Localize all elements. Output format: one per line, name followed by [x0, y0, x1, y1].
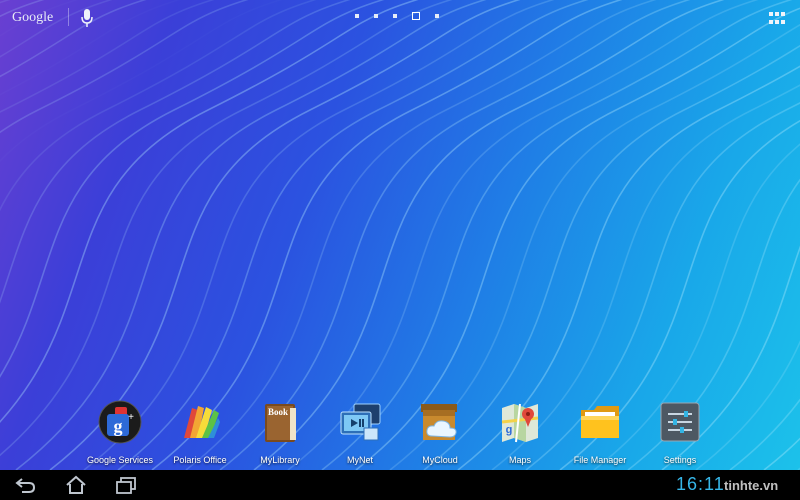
app-google-services[interactable]: g + Google Services [78, 400, 162, 465]
page-dot [393, 14, 397, 18]
app-label: MyNet [346, 455, 373, 465]
watermark: tinhte.vn [724, 478, 779, 493]
app-maps[interactable]: g Maps [478, 400, 562, 465]
google-logo: Google [12, 10, 54, 25]
app-label: File Manager [573, 455, 627, 465]
page-indicator [355, 12, 439, 20]
app-mycloud[interactable]: MyCloud [398, 400, 482, 465]
app-label: Maps [508, 455, 531, 465]
settings-icon [660, 402, 700, 442]
app-label: MyCloud [422, 455, 458, 465]
app-file-manager[interactable]: File Manager [558, 400, 642, 465]
recent-apps-icon[interactable] [114, 475, 138, 495]
search-divider [68, 8, 69, 26]
mynet-icon [340, 403, 381, 441]
app-label: MyLibrary [260, 455, 300, 465]
app-settings[interactable]: Settings [638, 400, 722, 465]
status-clock[interactable]: 16:11 [676, 474, 725, 495]
app-dock: g + Google Services Polaris Office Book [0, 400, 800, 466]
app-label: Settings [663, 455, 697, 465]
app-mylibrary[interactable]: Book MyLibrary [238, 400, 322, 465]
microphone-icon[interactable] [80, 8, 94, 28]
maps-icon: g [501, 403, 539, 443]
app-polaris-office[interactable]: Polaris Office [158, 400, 242, 465]
svg-text:g: g [506, 424, 513, 436]
book-icon: Book [265, 404, 296, 442]
page-dot [435, 14, 439, 18]
app-label: Polaris Office [173, 455, 227, 465]
page-dot [355, 14, 359, 18]
polaris-office-icon [184, 406, 220, 438]
page-dot [374, 14, 378, 18]
folder-icon [581, 406, 619, 438]
svg-text:+: + [128, 412, 134, 423]
all-apps-grid-icon[interactable] [769, 12, 785, 26]
app-label: Google Services [86, 455, 154, 465]
svg-text:g: g [114, 416, 123, 436]
home-icon[interactable] [64, 475, 88, 495]
book-icon-text: Book [268, 407, 288, 417]
page-dot-current [412, 12, 420, 20]
home-screen: Google g + Google Services Polaris Offic… [0, 0, 800, 500]
mycloud-icon [421, 404, 457, 440]
google-services-icon: g + [98, 400, 142, 444]
app-mynet[interactable]: MyNet [318, 400, 402, 465]
back-icon[interactable] [14, 475, 38, 495]
google-search-widget[interactable]: Google [12, 8, 53, 28]
